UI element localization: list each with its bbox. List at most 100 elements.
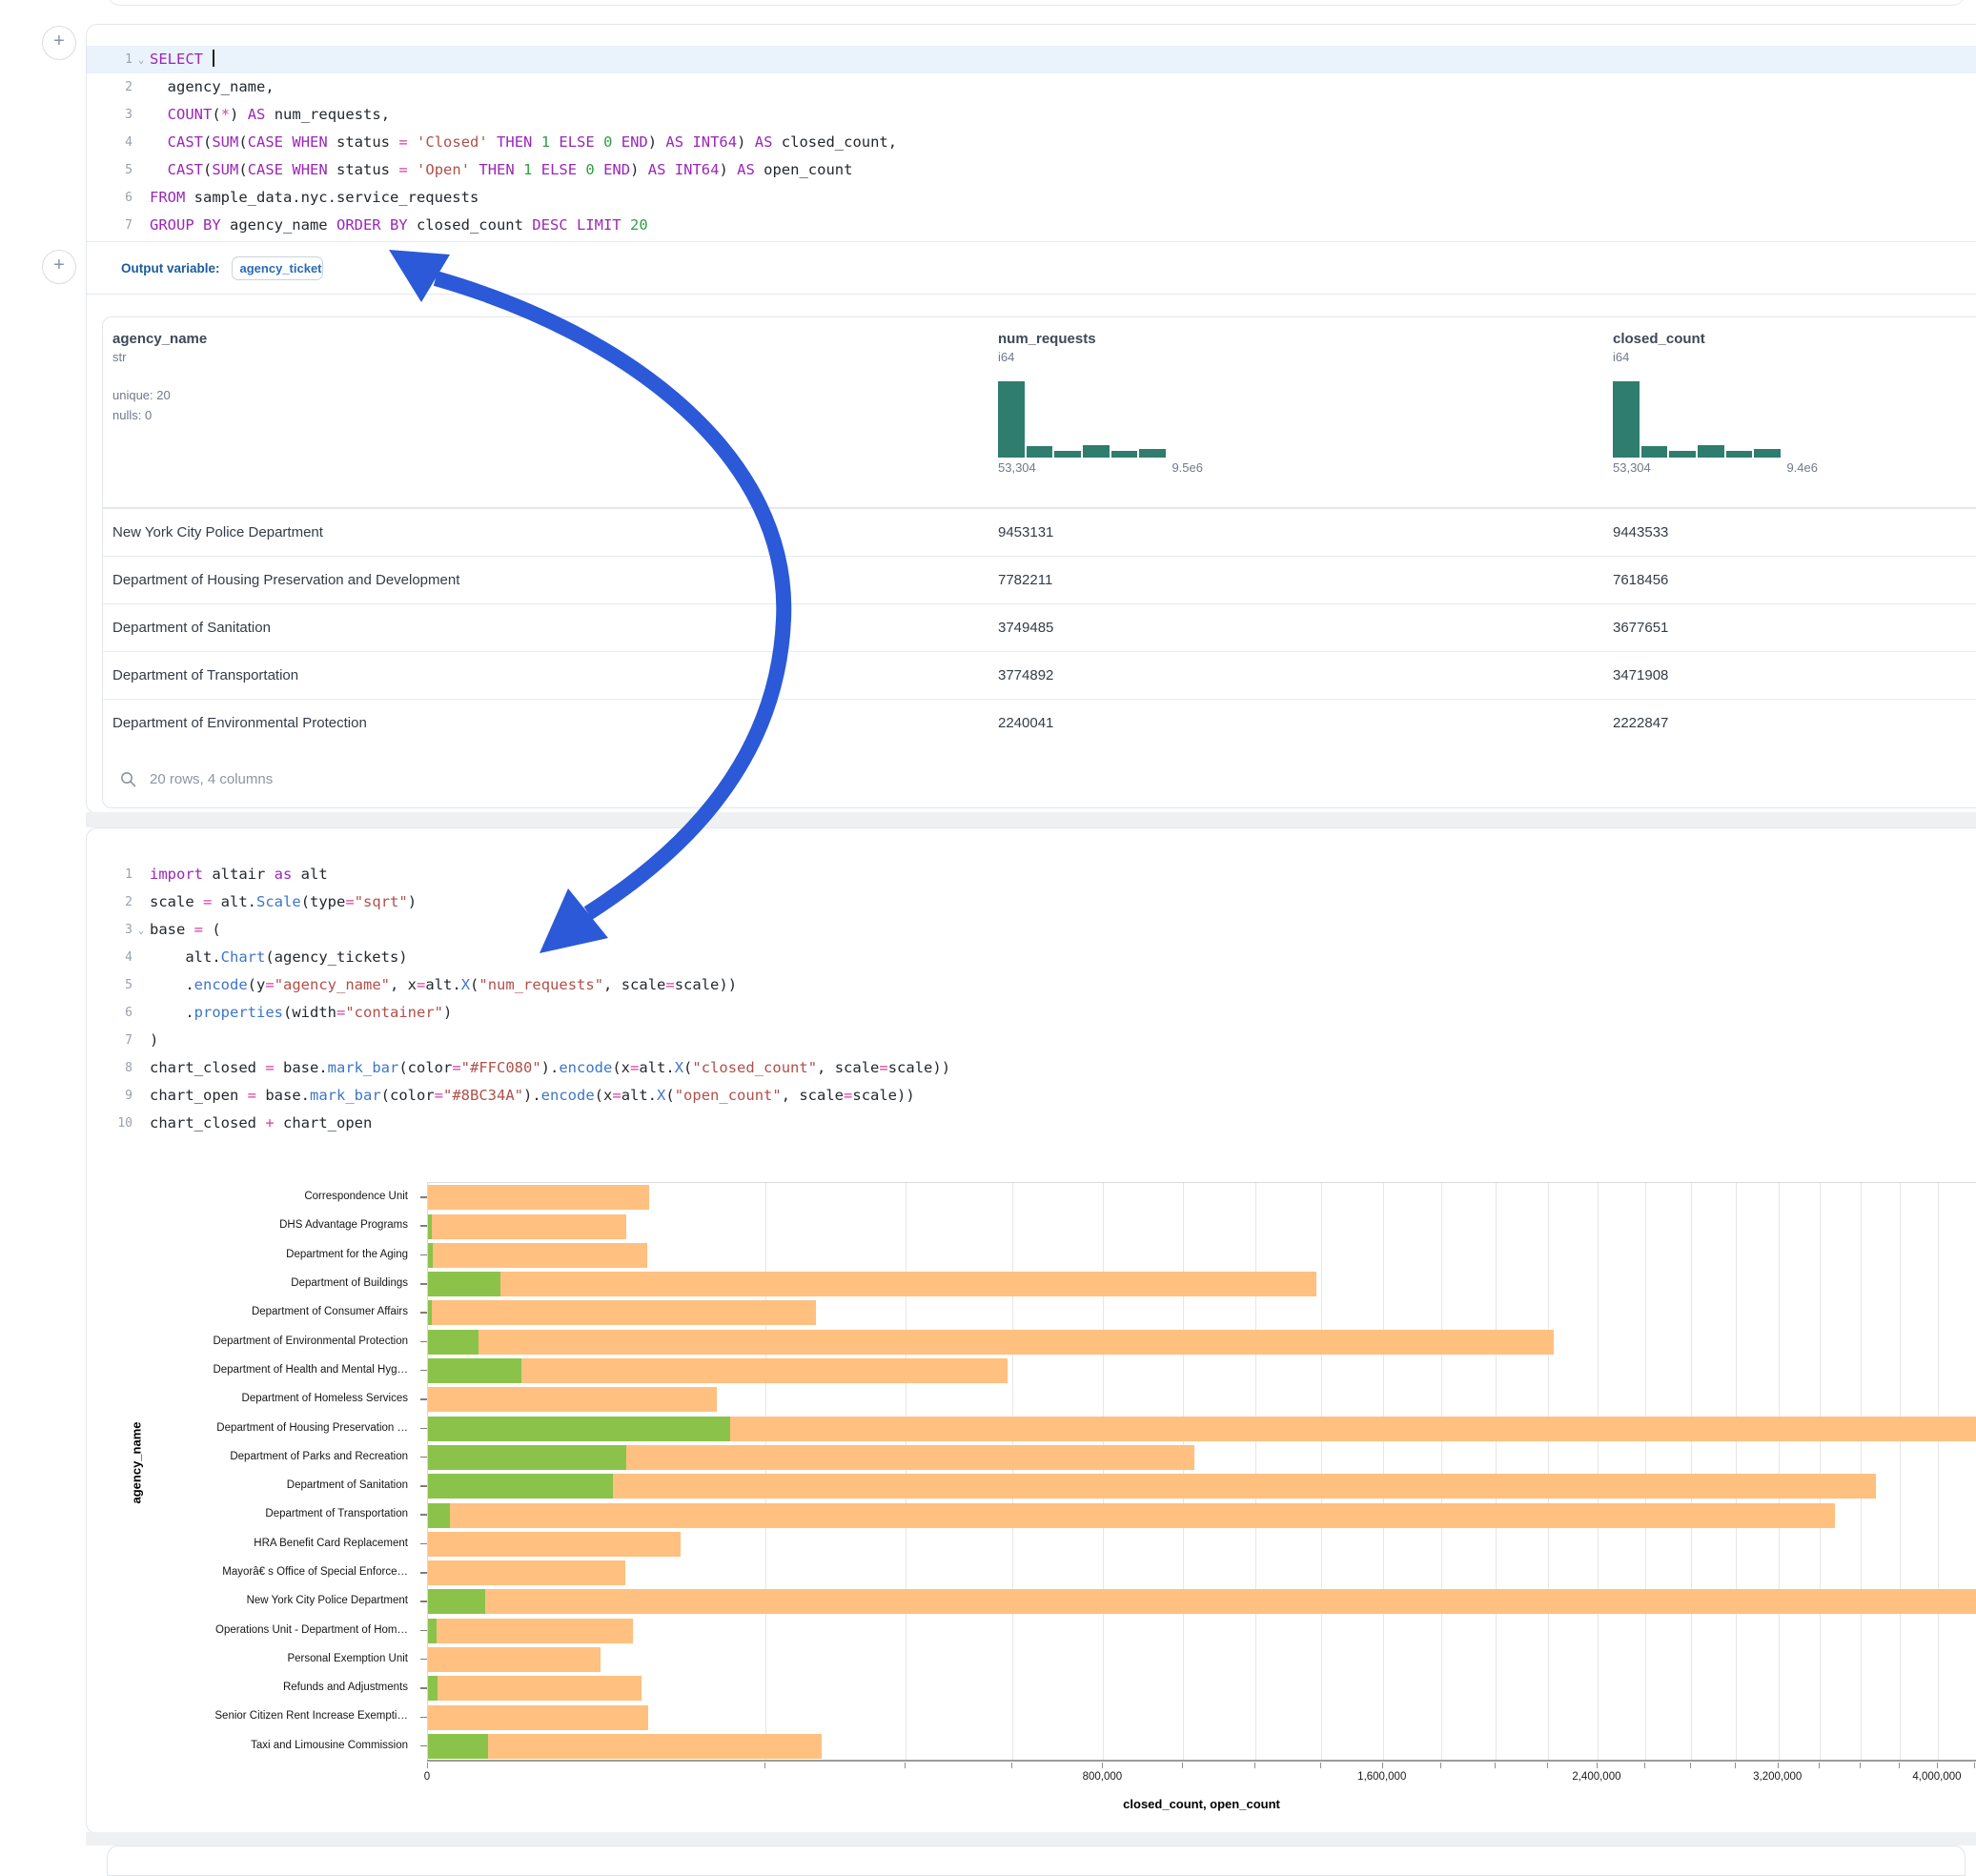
y-tick-label: Department for the Aging [0, 1240, 418, 1269]
x-tick [1182, 1763, 1183, 1768]
line-number: 8 [87, 1054, 132, 1082]
x-tick [1011, 1763, 1012, 1768]
code-line[interactable]: 4 alt.Chart(agency_tickets) [87, 944, 1976, 971]
y-tick [420, 1717, 427, 1719]
line-number: 1 [87, 46, 132, 73]
y-tick-label: Department of Homeless Services [0, 1384, 418, 1413]
column-histogram: 53,3049.4e6 [1613, 381, 1818, 475]
code-line[interactable]: 5 .encode(y="agency_name", x=alt.X("num_… [87, 971, 1976, 999]
y-tick [420, 1630, 427, 1632]
fold-spacer [132, 101, 150, 129]
column-histogram: 53,3049.5e6 [998, 381, 1203, 475]
plot-area [427, 1182, 1976, 1762]
y-tick-label: Personal Exemption Unit [0, 1644, 418, 1673]
table-cell: 3471908 [1613, 652, 1668, 699]
hist-bar [1054, 451, 1081, 458]
code-line[interactable]: 1import altair as alt [87, 861, 1976, 888]
x-tick-label: 3,200,000 [1753, 1771, 1802, 1783]
x-tick [1735, 1763, 1736, 1768]
table-cell: 2240041 [998, 700, 1053, 746]
bar-closed [428, 1503, 1835, 1528]
bar-closed [428, 1560, 625, 1585]
code-line[interactable]: 2 agency_name, [87, 73, 1976, 101]
column-header[interactable]: num_requestsi6453,3049.5e6 [998, 331, 1203, 475]
code-line[interactable]: 10chart_closed + chart_open [87, 1110, 1976, 1137]
y-tick-label: Department of Transportation [0, 1499, 418, 1528]
fold-caret-icon[interactable]: ⌄ [132, 916, 150, 944]
table-cell: Department of Sanitation [112, 604, 271, 651]
table-cell: New York City Police Department [112, 509, 323, 556]
y-tick [420, 1370, 427, 1372]
y-tick-label: Taxi and Limousine Commission [0, 1731, 418, 1760]
x-tick [1644, 1763, 1645, 1768]
y-tick [420, 1514, 427, 1516]
x-tick [1860, 1763, 1861, 1768]
y-tick-label: Correspondence Unit [0, 1182, 418, 1211]
x-axis-line [427, 1760, 1976, 1762]
code-line[interactable]: 9chart_open = base.mark_bar(color="#8BC3… [87, 1082, 1976, 1110]
column-header[interactable]: closed_counti6453,3049.4e6 [1613, 331, 1818, 475]
bar-open [428, 1503, 450, 1528]
table-row[interactable]: Department of Sanitation37494853677651 [103, 603, 1976, 651]
line-number: 2 [87, 73, 132, 101]
output-variable-pill[interactable]: agency_tickets [232, 256, 323, 280]
y-tick-label: Department of Sanitation [0, 1471, 418, 1499]
fold-caret-icon[interactable]: ⌄ [132, 46, 150, 73]
code-line[interactable]: 6FROM sample_data.nyc.service_requests [87, 184, 1976, 212]
hist-bar [1754, 449, 1781, 458]
row-count-summary: 20 rows, 4 columns [150, 771, 273, 787]
code-line[interactable]: 3 COUNT(*) AS num_requests, [87, 101, 1976, 129]
bar-closed [428, 1647, 601, 1672]
output-variable-bar: Output variable: agency_tickets [87, 242, 1976, 295]
y-tick-label: Operations Unit - Department of Hom… [0, 1615, 418, 1643]
y-tick [420, 1659, 427, 1661]
next-cell-edge [107, 1845, 1966, 1876]
code-line[interactable]: 4 CAST(SUM(CASE WHEN status = 'Closed' T… [87, 129, 1976, 156]
gridline [1548, 1183, 1549, 1761]
table-row[interactable]: Department of Housing Preservation and D… [103, 556, 1976, 603]
python-editor[interactable]: 1import altair as alt2scale = alt.Scale(… [87, 828, 1976, 1137]
line-number: 9 [87, 1082, 132, 1110]
table-row[interactable]: Department of Environmental Protection22… [103, 699, 1976, 746]
code-line[interactable]: 7GROUP BY agency_name ORDER BY closed_co… [87, 212, 1976, 239]
bar-open [428, 1619, 437, 1643]
bar-open [428, 1272, 500, 1296]
text-cursor [213, 50, 214, 67]
sql-editor[interactable]: 1⌄SELECT 2 agency_name,3 COUNT(*) AS num… [87, 25, 1976, 242]
search-icon[interactable] [120, 771, 136, 787]
code-line[interactable]: 3⌄base = ( [87, 916, 1976, 944]
code-line[interactable]: 7) [87, 1027, 1976, 1054]
code-line[interactable]: 5 CAST(SUM(CASE WHEN status = 'Open' THE… [87, 156, 1976, 184]
y-tick-label: HRA Benefit Card Replacement [0, 1529, 418, 1558]
y-tick [420, 1428, 427, 1430]
hist-bar [1083, 445, 1110, 458]
table-row[interactable]: Department of Transportation377489234719… [103, 651, 1976, 699]
cell-divider-bottom [86, 1832, 1976, 1845]
y-tick-label: Department of Consumer Affairs [0, 1297, 418, 1326]
x-tick [1440, 1763, 1441, 1768]
fold-spacer [132, 888, 150, 916]
previous-cell-edge [107, 0, 1966, 6]
column-header[interactable]: agency_namestrunique: 20nulls: 0 [112, 331, 207, 425]
gridline [1183, 1183, 1184, 1761]
x-tick [1547, 1763, 1548, 1768]
code-line[interactable]: 2scale = alt.Scale(type="sqrt") [87, 888, 1976, 916]
add-cell-button-top[interactable]: + [42, 26, 76, 60]
x-tick [1974, 1763, 1975, 1768]
y-tick [420, 1601, 427, 1602]
x-tick [1495, 1763, 1496, 1768]
bar-open [428, 1676, 438, 1701]
add-cell-button-middle[interactable]: + [42, 250, 76, 284]
y-tick [420, 1341, 427, 1343]
x-tick-label: 4,000,000 [1912, 1771, 1961, 1783]
code-line[interactable]: 8chart_closed = base.mark_bar(color="#FF… [87, 1054, 1976, 1082]
y-tick [420, 1572, 427, 1574]
table-row[interactable]: New York City Police Department945313194… [103, 508, 1976, 556]
x-tick-label: 2,400,000 [1572, 1771, 1620, 1783]
hist-min-label: 53,304 [998, 460, 1036, 475]
code-line[interactable]: 1⌄SELECT [87, 46, 1976, 73]
fold-spacer [132, 1110, 150, 1137]
bar-open [428, 1214, 432, 1239]
y-tick-label: Refunds and Adjustments [0, 1673, 418, 1702]
code-line[interactable]: 6 .properties(width="container") [87, 999, 1976, 1027]
